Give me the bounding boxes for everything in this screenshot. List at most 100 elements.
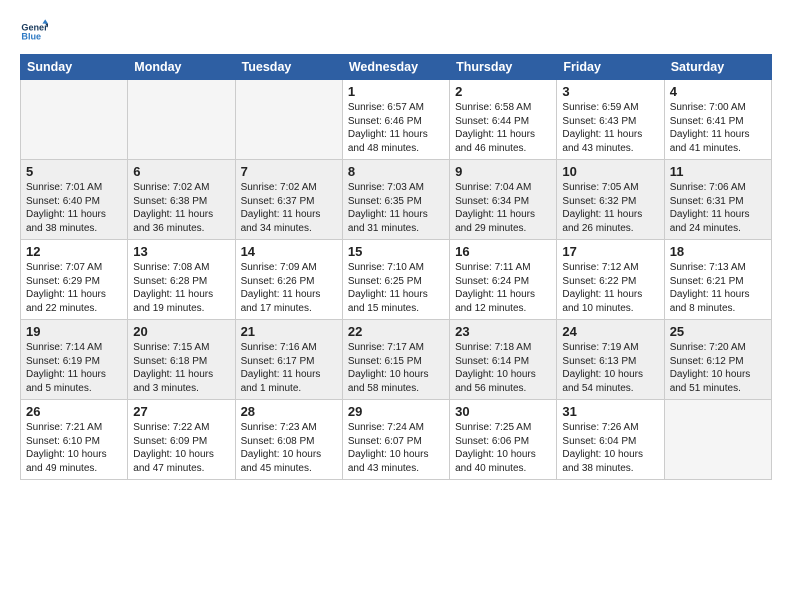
calendar-cell: 13 Sunrise: 7:08 AM Sunset: 6:28 PM Dayli… bbox=[128, 240, 235, 320]
day-number: 29 bbox=[348, 404, 444, 419]
day-number: 31 bbox=[562, 404, 658, 419]
day-info: Sunrise: 7:16 AM Sunset: 6:17 PM Dayligh… bbox=[241, 341, 337, 395]
day-info: Sunrise: 7:02 AM Sunset: 6:37 PM Dayligh… bbox=[241, 181, 337, 235]
day-info: Sunrise: 7:10 AM Sunset: 6:25 PM Dayligh… bbox=[348, 261, 444, 315]
calendar-week-3: 12 Sunrise: 7:07 AM Sunset: 6:29 PM Dayli… bbox=[21, 240, 772, 320]
calendar-cell: 15Sunrise: 7:10 AM Sunset: 6:25 PM Dayli… bbox=[342, 240, 449, 320]
day-number: 2 bbox=[455, 84, 551, 99]
calendar-cell: 24 Sunrise: 7:19 AM Sunset: 6:13 PM Dayli… bbox=[557, 320, 664, 400]
calendar-cell: 23Sunrise: 7:18 AM Sunset: 6:14 PM Dayli… bbox=[450, 320, 557, 400]
day-number: 16 bbox=[455, 244, 551, 259]
calendar-cell: 21 Sunrise: 7:16 AM Sunset: 6:17 PM Dayli… bbox=[235, 320, 342, 400]
calendar-cell: 17 Sunrise: 7:12 AM Sunset: 6:22 PM Dayli… bbox=[557, 240, 664, 320]
day-info: Sunrise: 7:09 AM Sunset: 6:26 PM Dayligh… bbox=[241, 261, 337, 315]
day-info: Sunrise: 7:20 AM Sunset: 6:12 PM Dayligh… bbox=[670, 341, 766, 395]
day-number: 19 bbox=[26, 324, 122, 339]
calendar-cell: 7 Sunrise: 7:02 AM Sunset: 6:37 PM Daylig… bbox=[235, 160, 342, 240]
day-number: 5 bbox=[26, 164, 122, 179]
day-number: 3 bbox=[562, 84, 658, 99]
day-info: Sunrise: 7:11 AM Sunset: 6:24 PM Dayligh… bbox=[455, 261, 551, 315]
day-number: 17 bbox=[562, 244, 658, 259]
calendar-cell: 31 Sunrise: 7:26 AM Sunset: 6:04 PM Dayli… bbox=[557, 400, 664, 480]
day-number: 4 bbox=[670, 84, 766, 99]
calendar-week-1: 1 Sunrise: 6:57 AM Sunset: 6:46 PM Daylig… bbox=[21, 80, 772, 160]
day-number: 26 bbox=[26, 404, 122, 419]
day-info: Sunrise: 7:01 AM Sunset: 6:40 PM Dayligh… bbox=[26, 181, 122, 235]
calendar-cell: 6Sunrise: 7:02 AM Sunset: 6:38 PM Daylig… bbox=[128, 160, 235, 240]
day-info: Sunrise: 7:19 AM Sunset: 6:13 PM Dayligh… bbox=[562, 341, 658, 395]
day-info: Sunrise: 6:57 AM Sunset: 6:46 PM Dayligh… bbox=[348, 101, 444, 155]
day-info: Sunrise: 7:14 AM Sunset: 6:19 PM Dayligh… bbox=[26, 341, 122, 395]
calendar-cell: 1 Sunrise: 6:57 AM Sunset: 6:46 PM Daylig… bbox=[342, 80, 449, 160]
day-number: 21 bbox=[241, 324, 337, 339]
calendar-cell bbox=[21, 80, 128, 160]
weekday-header-sunday: Sunday bbox=[21, 55, 128, 80]
calendar-cell: 11 Sunrise: 7:06 AM Sunset: 6:31 PM Dayli… bbox=[664, 160, 771, 240]
day-number: 28 bbox=[241, 404, 337, 419]
day-info: Sunrise: 7:08 AM Sunset: 6:28 PM Dayligh… bbox=[133, 261, 229, 315]
calendar-cell: 2 Sunrise: 6:58 AM Sunset: 6:44 PM Daylig… bbox=[450, 80, 557, 160]
calendar-cell: 18 Sunrise: 7:13 AM Sunset: 6:21 PM Dayli… bbox=[664, 240, 771, 320]
calendar-cell: 22Sunrise: 7:17 AM Sunset: 6:15 PM Dayli… bbox=[342, 320, 449, 400]
header: General Blue bbox=[20, 18, 772, 46]
day-info: Sunrise: 7:04 AM Sunset: 6:34 PM Dayligh… bbox=[455, 181, 551, 235]
day-info: Sunrise: 6:58 AM Sunset: 6:44 PM Dayligh… bbox=[455, 101, 551, 155]
page: General Blue SundayMondayTuesdayWednesda… bbox=[0, 0, 792, 490]
day-info: Sunrise: 7:17 AM Sunset: 6:15 PM Dayligh… bbox=[348, 341, 444, 395]
day-info: Sunrise: 7:22 AM Sunset: 6:09 PM Dayligh… bbox=[133, 421, 229, 475]
day-info: Sunrise: 7:21 AM Sunset: 6:10 PM Dayligh… bbox=[26, 421, 122, 475]
day-info: Sunrise: 7:23 AM Sunset: 6:08 PM Dayligh… bbox=[241, 421, 337, 475]
calendar-cell: 5 Sunrise: 7:01 AM Sunset: 6:40 PM Daylig… bbox=[21, 160, 128, 240]
weekday-header-tuesday: Tuesday bbox=[235, 55, 342, 80]
weekday-header-friday: Friday bbox=[557, 55, 664, 80]
calendar-cell: 9Sunrise: 7:04 AM Sunset: 6:34 PM Daylig… bbox=[450, 160, 557, 240]
weekday-header-thursday: Thursday bbox=[450, 55, 557, 80]
calendar-cell bbox=[235, 80, 342, 160]
calendar-cell: 14Sunrise: 7:09 AM Sunset: 6:26 PM Dayli… bbox=[235, 240, 342, 320]
svg-text:Blue: Blue bbox=[21, 32, 41, 42]
weekday-header-row: SundayMondayTuesdayWednesdayThursdayFrid… bbox=[21, 55, 772, 80]
weekday-header-monday: Monday bbox=[128, 55, 235, 80]
day-info: Sunrise: 7:03 AM Sunset: 6:35 PM Dayligh… bbox=[348, 181, 444, 235]
day-number: 18 bbox=[670, 244, 766, 259]
day-number: 7 bbox=[241, 164, 337, 179]
day-info: Sunrise: 7:13 AM Sunset: 6:21 PM Dayligh… bbox=[670, 261, 766, 315]
calendar-cell: 25 Sunrise: 7:20 AM Sunset: 6:12 PM Dayli… bbox=[664, 320, 771, 400]
calendar-week-5: 26 Sunrise: 7:21 AM Sunset: 6:10 PM Dayli… bbox=[21, 400, 772, 480]
calendar-cell: 29 Sunrise: 7:24 AM Sunset: 6:07 PM Dayli… bbox=[342, 400, 449, 480]
day-number: 1 bbox=[348, 84, 444, 99]
day-number: 25 bbox=[670, 324, 766, 339]
calendar: SundayMondayTuesdayWednesdayThursdayFrid… bbox=[20, 54, 772, 480]
calendar-cell: 3 Sunrise: 6:59 AM Sunset: 6:43 PM Daylig… bbox=[557, 80, 664, 160]
calendar-cell bbox=[128, 80, 235, 160]
day-number: 24 bbox=[562, 324, 658, 339]
day-number: 27 bbox=[133, 404, 229, 419]
calendar-cell: 16 Sunrise: 7:11 AM Sunset: 6:24 PM Dayli… bbox=[450, 240, 557, 320]
day-info: Sunrise: 7:06 AM Sunset: 6:31 PM Dayligh… bbox=[670, 181, 766, 235]
day-info: Sunrise: 7:24 AM Sunset: 6:07 PM Dayligh… bbox=[348, 421, 444, 475]
day-number: 13 bbox=[133, 244, 229, 259]
calendar-cell: 20Sunrise: 7:15 AM Sunset: 6:18 PM Dayli… bbox=[128, 320, 235, 400]
day-info: Sunrise: 7:25 AM Sunset: 6:06 PM Dayligh… bbox=[455, 421, 551, 475]
calendar-week-4: 19 Sunrise: 7:14 AM Sunset: 6:19 PM Dayli… bbox=[21, 320, 772, 400]
day-number: 12 bbox=[26, 244, 122, 259]
day-info: Sunrise: 7:05 AM Sunset: 6:32 PM Dayligh… bbox=[562, 181, 658, 235]
weekday-header-saturday: Saturday bbox=[664, 55, 771, 80]
day-number: 10 bbox=[562, 164, 658, 179]
calendar-cell: 8Sunrise: 7:03 AM Sunset: 6:35 PM Daylig… bbox=[342, 160, 449, 240]
day-number: 23 bbox=[455, 324, 551, 339]
day-number: 11 bbox=[670, 164, 766, 179]
calendar-cell: 27 Sunrise: 7:22 AM Sunset: 6:09 PM Dayli… bbox=[128, 400, 235, 480]
logo: General Blue bbox=[20, 18, 50, 46]
day-info: Sunrise: 6:59 AM Sunset: 6:43 PM Dayligh… bbox=[562, 101, 658, 155]
calendar-cell: 12 Sunrise: 7:07 AM Sunset: 6:29 PM Dayli… bbox=[21, 240, 128, 320]
day-info: Sunrise: 7:26 AM Sunset: 6:04 PM Dayligh… bbox=[562, 421, 658, 475]
calendar-cell: 30 Sunrise: 7:25 AM Sunset: 6:06 PM Dayli… bbox=[450, 400, 557, 480]
day-number: 30 bbox=[455, 404, 551, 419]
day-info: Sunrise: 7:15 AM Sunset: 6:18 PM Dayligh… bbox=[133, 341, 229, 395]
day-number: 6 bbox=[133, 164, 229, 179]
calendar-cell: 28 Sunrise: 7:23 AM Sunset: 6:08 PM Dayli… bbox=[235, 400, 342, 480]
calendar-cell: 19 Sunrise: 7:14 AM Sunset: 6:19 PM Dayli… bbox=[21, 320, 128, 400]
day-info: Sunrise: 7:07 AM Sunset: 6:29 PM Dayligh… bbox=[26, 261, 122, 315]
day-info: Sunrise: 7:12 AM Sunset: 6:22 PM Dayligh… bbox=[562, 261, 658, 315]
